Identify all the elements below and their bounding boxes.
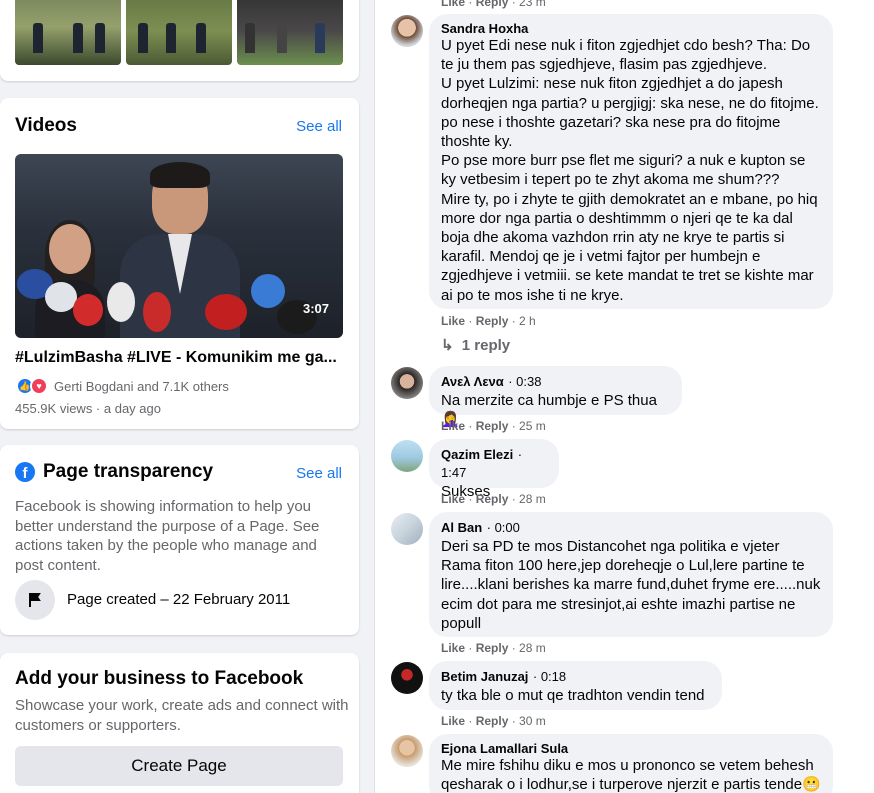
photos-card: [0, 0, 359, 81]
reply-arrow-icon: ↳: [441, 337, 454, 354]
microphone: [205, 294, 247, 330]
reply-link[interactable]: Reply: [476, 641, 509, 655]
microphone: [73, 294, 103, 326]
commenter-name[interactable]: Ανελ Λενα: [441, 374, 504, 389]
microphone: [251, 274, 285, 308]
commenter-avatar[interactable]: [391, 513, 423, 545]
comment-actions: Like · Reply · 23 m: [441, 0, 546, 9]
comment-text: Me mire fshihu diku e mos u prononco se …: [441, 757, 814, 793]
commenter-avatar[interactable]: [391, 662, 423, 694]
comment-time: 28 m: [519, 492, 546, 506]
comment-bubble: Ανελ Λενα · 0:38 Na merzite ca humbje e …: [429, 366, 682, 428]
microphone: [143, 292, 171, 332]
comment-actions: Like · Reply · 25 m: [441, 419, 546, 433]
reactions-text: Gerti Bogdani and 7.1K others: [54, 378, 229, 394]
comment-time: 30 m: [519, 714, 546, 728]
photo-thumbnail[interactable]: [237, 0, 343, 65]
videos-see-all-link[interactable]: See all: [296, 118, 342, 135]
commenter-name[interactable]: Al Ban: [441, 520, 482, 535]
reply-link[interactable]: Reply: [476, 0, 509, 9]
page-created-date: Page created – 22 February 2011: [67, 591, 291, 608]
comment-actions: Like · Reply · 28 m: [441, 492, 546, 506]
facebook-icon: f: [15, 462, 35, 482]
flag-icon: [15, 580, 55, 620]
reply-link[interactable]: Reply: [476, 714, 509, 728]
commenter-avatar[interactable]: [391, 15, 423, 47]
video-meta: 455.9K views · a day ago: [15, 401, 161, 416]
video-timestamp[interactable]: 1:47: [441, 465, 466, 480]
commenter-avatar[interactable]: [391, 367, 423, 399]
business-title: Add your business to Facebook: [15, 668, 304, 689]
videos-title: Videos: [15, 115, 77, 136]
commenter-name[interactable]: Qazim Elezi: [441, 447, 513, 462]
comment-bubble: Sandra Hoxha U pyet Edi nese nuk i fiton…: [429, 14, 833, 309]
video-timestamp[interactable]: 0:00: [495, 520, 520, 535]
video-timestamp[interactable]: 0:18: [541, 669, 566, 684]
transparency-description: Facebook is showing information to help …: [15, 498, 320, 574]
comment-time: 28 m: [519, 641, 546, 655]
commenter-name[interactable]: Betim Januzaj: [441, 669, 528, 684]
comment-actions: Like · Reply · 28 m: [441, 641, 546, 655]
add-business-card: Add your business to Facebook Showcase y…: [0, 653, 359, 793]
reply-link[interactable]: Reply: [476, 492, 509, 506]
replies-count: 1 reply: [461, 337, 511, 354]
videos-card: Videos See all 3:07 #LulzimBasha #LIVE -…: [0, 98, 359, 429]
comment-time: 2 h: [519, 314, 536, 328]
video-thumbnail[interactable]: 3:07: [15, 154, 343, 338]
comment-text: U pyet Edi nese nuk i fiton zgjedhjet cd…: [441, 37, 819, 304]
like-link[interactable]: Like: [441, 419, 465, 433]
microphone: [107, 282, 135, 322]
comment-bubble: Qazim Elezi · 1:47 Sukses: [429, 439, 559, 500]
comment-text: ty tka ble o mut qe tradhton vendin tend: [441, 687, 705, 704]
like-link[interactable]: Like: [441, 641, 465, 655]
like-link[interactable]: Like: [441, 314, 465, 328]
photo-thumbnail[interactable]: [126, 0, 232, 65]
love-reaction-icon: ♥: [30, 377, 48, 395]
comment-actions: Like · Reply · 2 h: [441, 314, 536, 328]
transparency-see-all-link[interactable]: See all: [296, 465, 342, 482]
like-link[interactable]: Like: [441, 0, 465, 9]
like-link[interactable]: Like: [441, 492, 465, 506]
comment-time: 23 m: [519, 0, 546, 9]
emoji-icon: 😬: [802, 776, 821, 793]
view-replies-link[interactable]: ↳ 1 reply: [441, 336, 510, 354]
comments-section: Like · Reply · 23 m Sandra Hoxha U pyet …: [375, 0, 874, 793]
commenter-name[interactable]: Ejona Lamallari Sula: [441, 741, 821, 756]
like-link[interactable]: Like: [441, 714, 465, 728]
video-title[interactable]: #LulzimBasha #LIVE - Komunikim me ga...: [15, 349, 345, 367]
commenter-avatar[interactable]: [391, 735, 423, 767]
comment-text: Na merzite ca humbje e PS thua: [441, 392, 657, 409]
comment-time: 25 m: [519, 419, 546, 433]
video-reactions[interactable]: 👍 ♥ Gerti Bogdani and 7.1K others: [16, 377, 229, 395]
comment-bubble: Al Ban · 0:00 Deri sa PD te mos Distanco…: [429, 512, 833, 637]
comment-bubble: Ejona Lamallari Sula Me mire fshihu diku…: [429, 734, 833, 793]
photo-thumbnail[interactable]: [15, 0, 121, 65]
comment-bubble: Betim Januzaj · 0:18 ty tka ble o mut qe…: [429, 661, 722, 710]
create-page-button[interactable]: Create Page: [15, 746, 343, 786]
commenter-avatar[interactable]: [391, 440, 423, 472]
video-timestamp[interactable]: 0:38: [516, 374, 541, 389]
comment-text: Deri sa PD te mos Distancohet nga politi…: [441, 538, 821, 632]
commenter-name[interactable]: Sandra Hoxha: [441, 21, 821, 36]
comment-actions: Like · Reply · 30 m: [441, 714, 546, 728]
reply-link[interactable]: Reply: [476, 314, 509, 328]
page-transparency-card: f Page transparency See all Facebook is …: [0, 445, 359, 635]
business-description: Showcase your work, create ads and conne…: [15, 697, 349, 734]
reply-link[interactable]: Reply: [476, 419, 509, 433]
video-duration: 3:07: [302, 301, 329, 316]
transparency-title: Page transparency: [43, 461, 214, 482]
